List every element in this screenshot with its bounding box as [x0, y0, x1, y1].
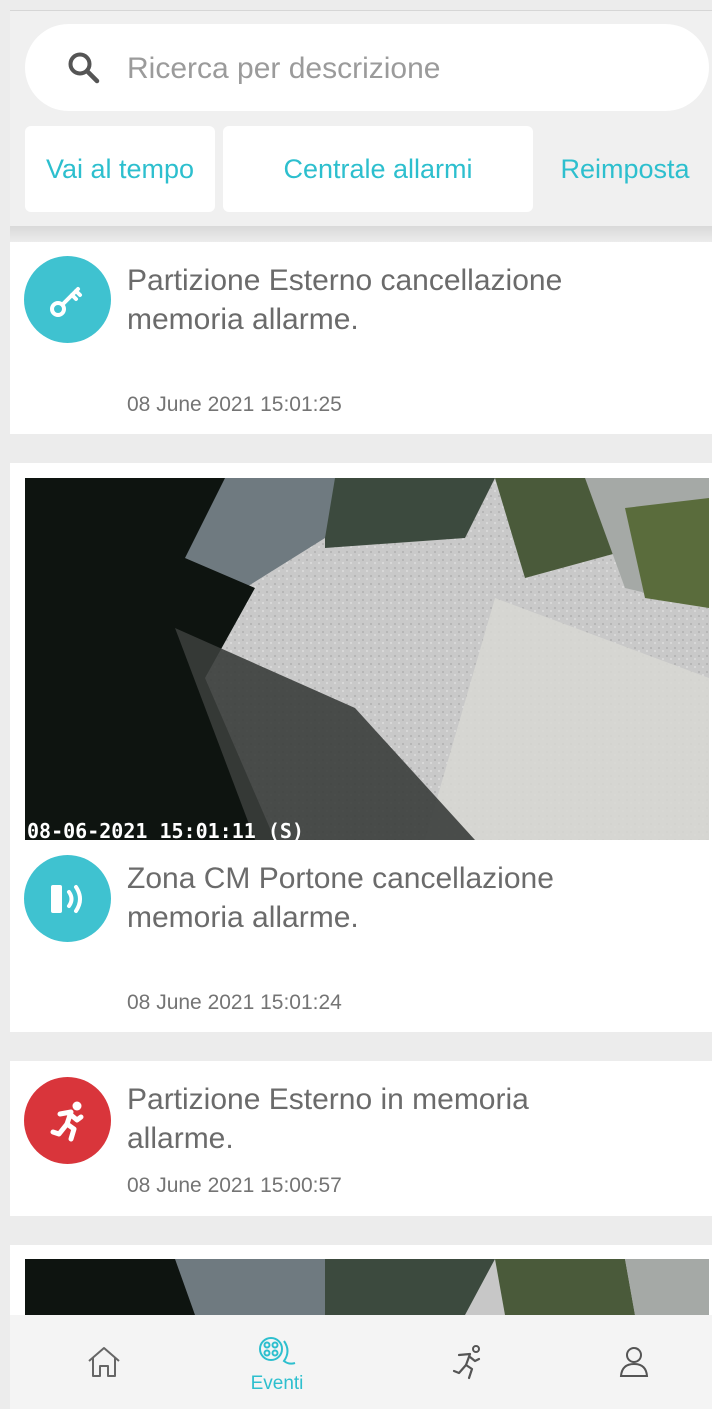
bottom-navigation: Eventi [10, 1315, 712, 1409]
search-placeholder[interactable]: Ricerca per descrizione [127, 50, 440, 88]
alarm-center-button[interactable]: Centrale allarmi [223, 126, 533, 212]
nav-events[interactable]: Eventi [217, 1315, 337, 1409]
event-time: 08 June 2021 15:01:25 [127, 393, 342, 416]
camera-snapshot[interactable]: 08-06-2021 15:01:11 (S) [25, 478, 709, 840]
event-title: Partizione Esterno in memoria allarme. [127, 1083, 529, 1155]
key-icon [24, 256, 111, 343]
nav-home[interactable] [44, 1315, 164, 1409]
home-icon [88, 1347, 120, 1377]
goto-time-button[interactable]: Vai al tempo [25, 126, 215, 212]
user-icon [619, 1347, 649, 1377]
nav-alarms[interactable] [407, 1315, 527, 1409]
event-title: Partizione Esterno cancellazione memoria… [127, 264, 563, 336]
snapshot-timestamp: 08-06-2021 15:01:11 (S) [27, 819, 304, 840]
reset-button[interactable]: Reimposta [545, 126, 705, 212]
header-shadow [10, 226, 712, 242]
nav-profile[interactable] [574, 1315, 694, 1409]
nav-events-label: Eventi [250, 1373, 304, 1394]
sensor-icon [24, 855, 111, 942]
running-person-icon [24, 1077, 111, 1164]
event-title: Zona CM Portone cancellazione memoria al… [127, 862, 554, 934]
search-icon[interactable] [66, 50, 102, 86]
event-time: 08 June 2021 15:00:57 [127, 1174, 342, 1197]
camera-snapshot[interactable] [25, 1259, 709, 1315]
events-icon [259, 1337, 296, 1365]
event-time: 08 June 2021 15:01:24 [127, 991, 342, 1014]
running-person-icon [452, 1345, 481, 1380]
